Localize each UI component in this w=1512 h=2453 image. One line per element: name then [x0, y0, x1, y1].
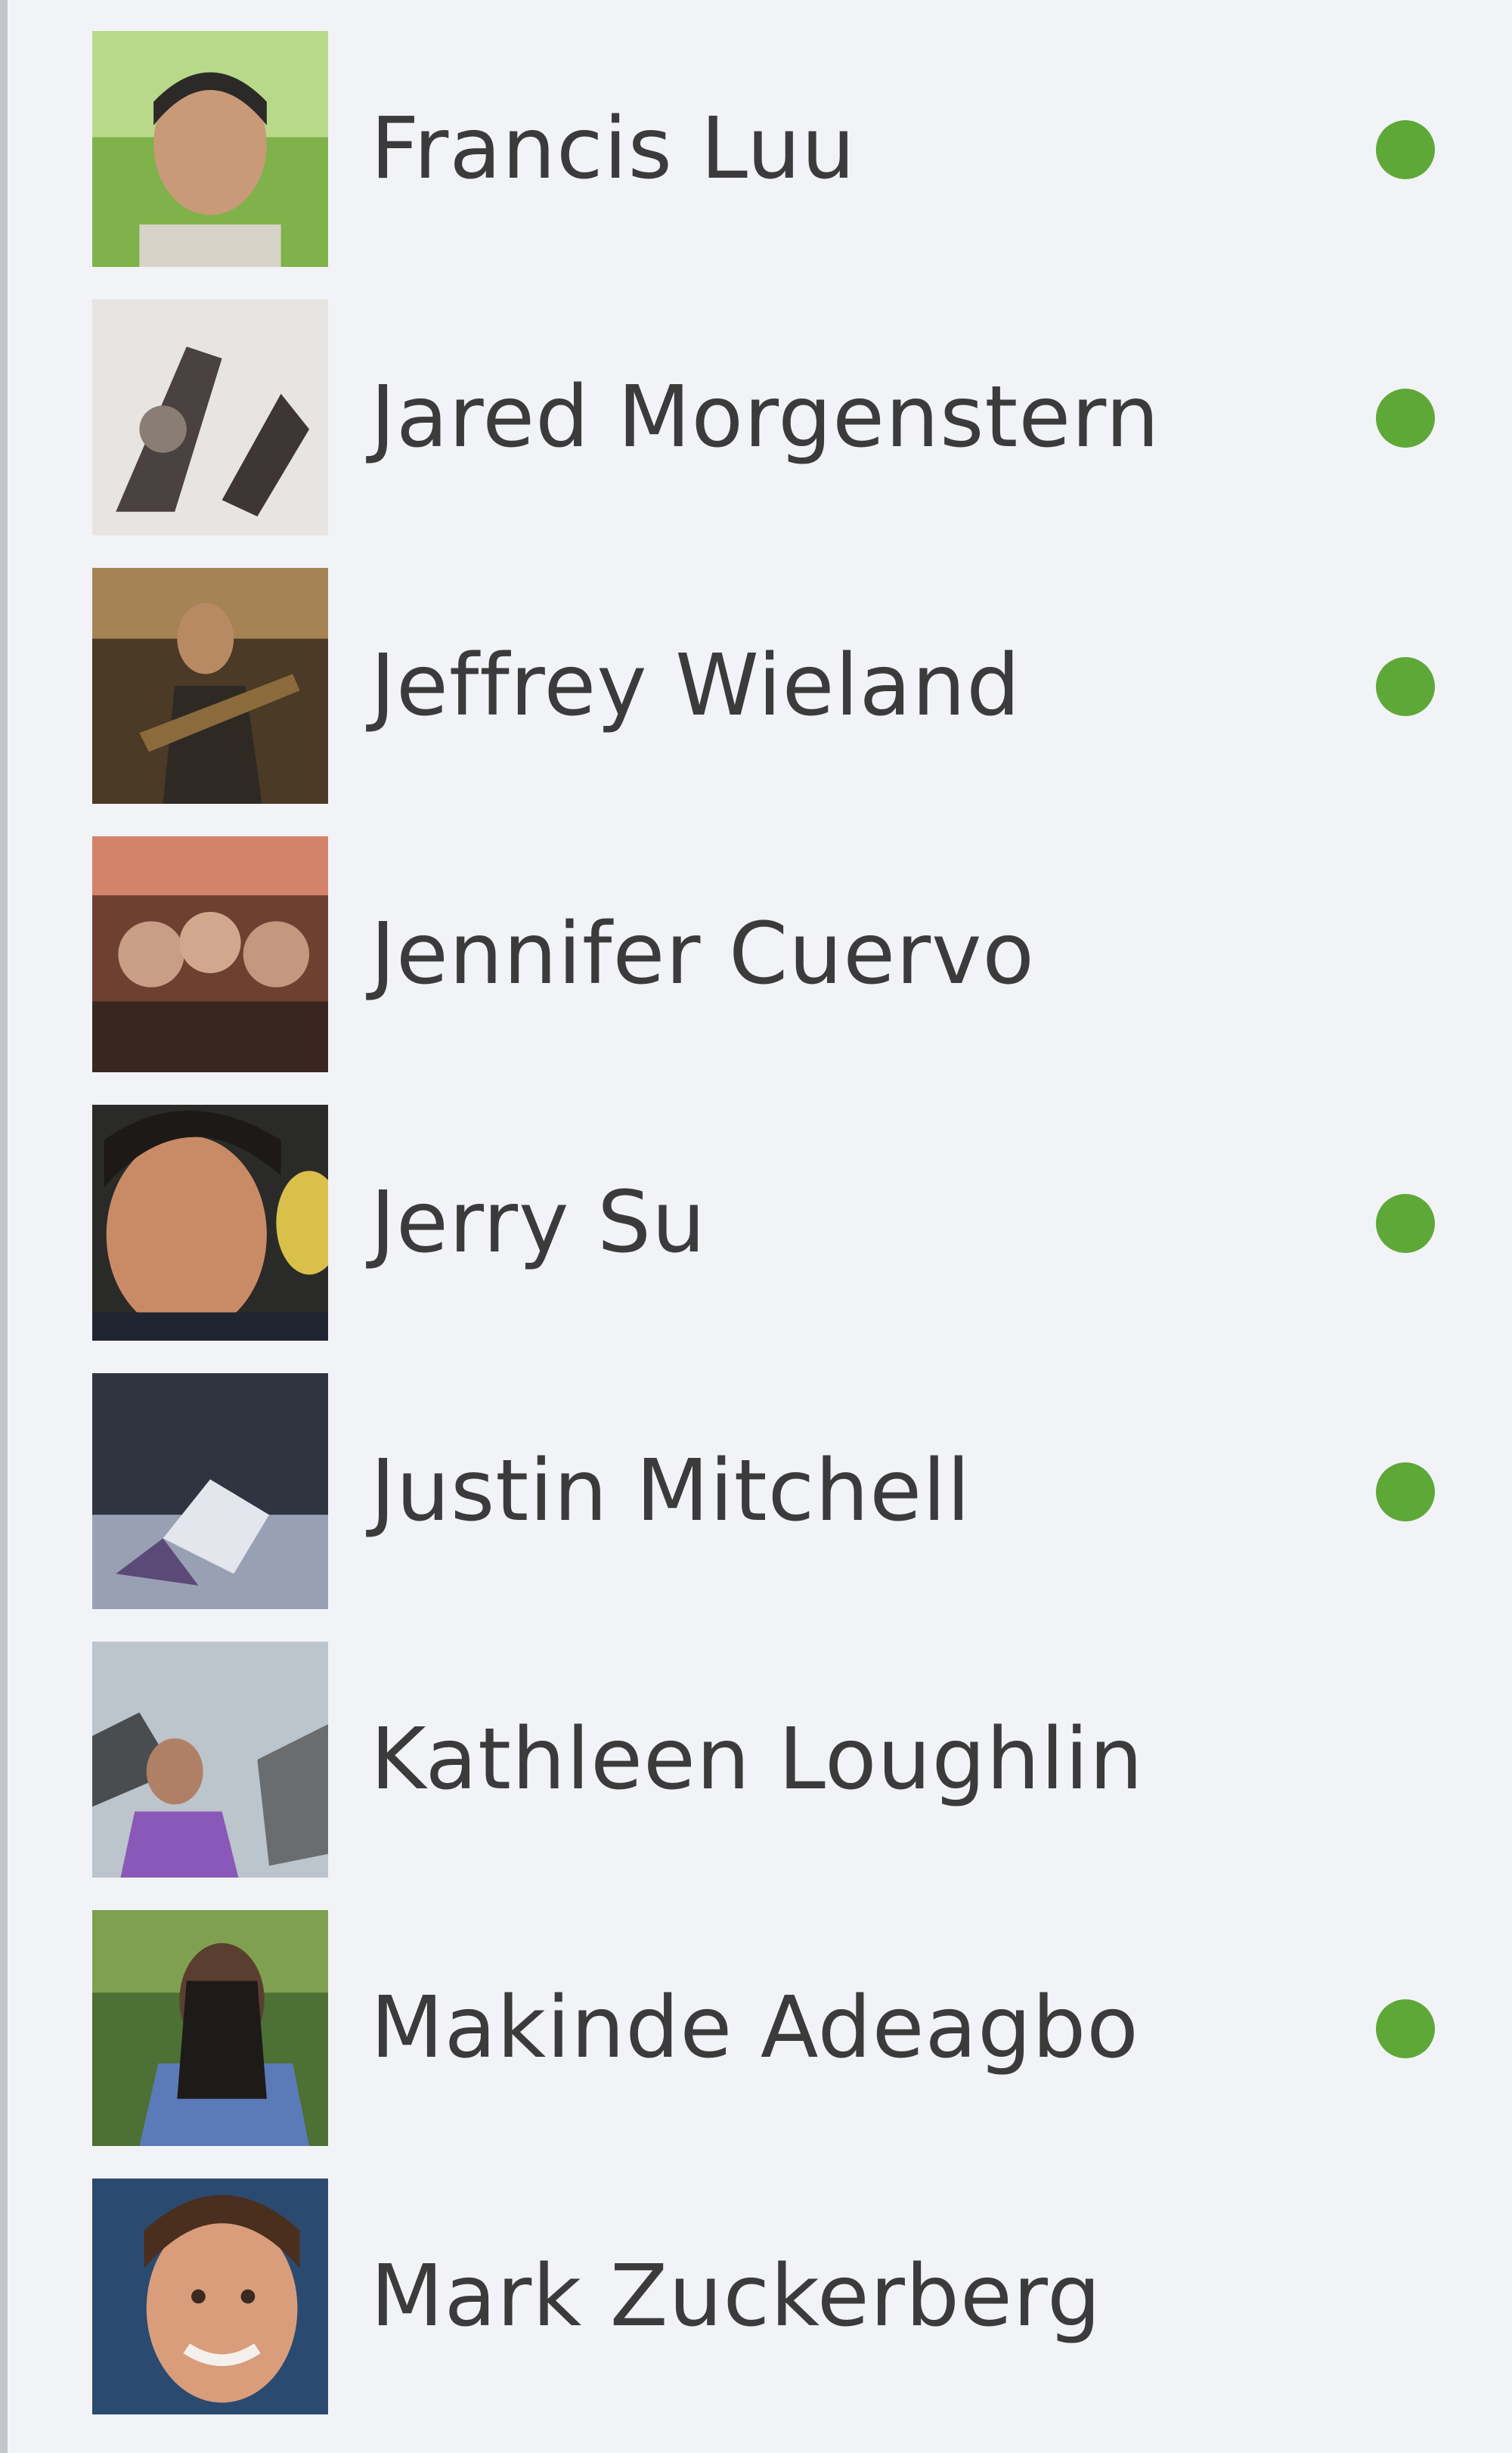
chat-row-justin-mitchell[interactable]: Justin Mitchell: [8, 1342, 1512, 1611]
avatar: [92, 31, 328, 267]
online-status-icon: [1376, 1194, 1435, 1253]
friend-name: Jeffrey Wieland: [370, 637, 1021, 735]
chat-row-mark-zuckerberg[interactable]: Mark Zuckerberg: [8, 2148, 1512, 2416]
online-status-icon: [1376, 1999, 1435, 2058]
avatar: [92, 568, 328, 804]
friend-name: Mark Zuckerberg: [370, 2247, 1102, 2346]
chat-row-francis-luu[interactable]: Francis Luu: [8, 0, 1512, 268]
avatar: [92, 1105, 328, 1341]
avatar: [92, 1642, 328, 1878]
chat-row-jared-morgenstern[interactable]: Jared Morgenstern: [8, 268, 1512, 537]
friend-name: Francis Luu: [370, 100, 856, 198]
avatar: [92, 299, 328, 535]
chat-row-kathleen-loughlin[interactable]: Kathleen Loughlin: [8, 1611, 1512, 1879]
friend-name: Makinde Adeagbo: [370, 1979, 1139, 2077]
friend-name: Jared Morgenstern: [370, 368, 1160, 467]
avatar: [92, 1373, 328, 1609]
chat-friend-list: Francis Luu Jared Morgenstern Jeffrey Wi…: [0, 0, 1512, 2453]
avatar: [92, 2179, 328, 2414]
chat-row-makinde-adeagbo[interactable]: Makinde Adeagbo: [8, 1879, 1512, 2148]
online-status-icon: [1376, 1462, 1435, 1521]
chat-row-jeffrey-wieland[interactable]: Jeffrey Wieland: [8, 537, 1512, 805]
avatar: [92, 836, 328, 1072]
online-status-icon: [1376, 120, 1435, 179]
online-status-icon: [1376, 389, 1435, 448]
friend-name: Jerry Su: [370, 1174, 707, 1272]
friend-name: Justin Mitchell: [370, 1442, 971, 1540]
friend-name: Jennifer Cuervo: [370, 905, 1035, 1003]
online-status-icon: [1376, 657, 1435, 716]
avatar: [92, 1910, 328, 2146]
chat-row-jerry-su[interactable]: Jerry Su: [8, 1074, 1512, 1342]
chat-row-jennifer-cuervo[interactable]: Jennifer Cuervo: [8, 805, 1512, 1074]
friend-name: Kathleen Loughlin: [370, 1710, 1144, 1809]
